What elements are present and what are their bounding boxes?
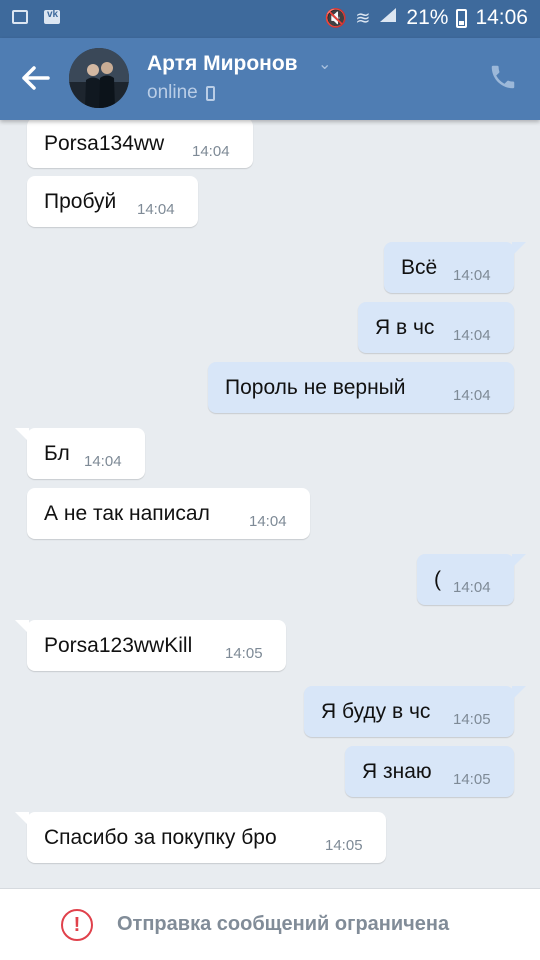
message-text: Пробуй (44, 190, 117, 213)
phone-call-icon[interactable] (488, 62, 518, 92)
message-bubble[interactable]: Я буду в чс 14:05 (304, 686, 526, 737)
message-text: Пороль не верный (225, 376, 406, 399)
message-time: 14:04 (453, 327, 491, 344)
message-time: 14:04 (249, 513, 287, 530)
message-time: 14:04 (137, 201, 175, 218)
message-time: 14:04 (453, 579, 491, 596)
message-bubble[interactable]: Пороль не верный 14:04 (208, 362, 514, 413)
message-time: 14:05 (453, 771, 491, 788)
avatar[interactable] (69, 48, 129, 108)
status-bar: 🔇 ≋ 21% 14:06 (0, 0, 540, 38)
restriction-bar: ! Отправка сообщений ограничена (0, 888, 540, 960)
message-time: 14:04 (453, 387, 491, 404)
message-text: А не так написал (44, 502, 210, 525)
mobile-icon (205, 85, 215, 101)
wifi-icon: ≋ (355, 7, 371, 28)
mute-icon: 🔇 (324, 7, 348, 28)
gallery-icon (12, 10, 28, 24)
battery-icon (456, 8, 468, 28)
message-time: 14:05 (325, 837, 363, 854)
message-text: Бл (44, 442, 70, 465)
message-time: 14:04 (84, 453, 122, 470)
message-text: Я буду в чс (321, 700, 431, 723)
restriction-text: Отправка сообщений ограничена (117, 913, 450, 935)
message-text: Я знаю (362, 760, 432, 783)
message-bubble[interactable]: Всё 14:04 (384, 242, 526, 293)
message-bubble[interactable]: Пробуй 14:04 (27, 176, 198, 227)
message-bubble[interactable]: Бл 14:04 (15, 428, 145, 479)
back-arrow-icon[interactable] (16, 58, 56, 98)
status-time: 14:06 (475, 6, 528, 29)
message-bubble[interactable]: Я в чс 14:04 (358, 302, 514, 353)
signal-icon (378, 6, 398, 30)
message-time: 14:05 (453, 711, 491, 728)
message-list[interactable]: Porsa134ww 14:04 Пробуй 14:04 Всё 14:04 … (0, 120, 540, 888)
message-bubble[interactable]: Я знаю 14:05 (345, 746, 514, 797)
message-text: Я в чс (375, 316, 435, 339)
message-text: Спасибо за покупку бро (44, 826, 277, 849)
message-bubble[interactable]: ( 14:04 (417, 554, 526, 605)
presence-status: online (147, 82, 215, 104)
message-text: Porsa134ww (44, 132, 165, 155)
presence-label: online (147, 82, 198, 103)
message-text: Всё (401, 256, 438, 279)
message-bubble[interactable]: Porsa123wwKill 14:05 (15, 620, 286, 671)
message-time: 14:04 (192, 143, 230, 160)
message-time: 14:04 (453, 267, 491, 284)
message-bubble[interactable]: Porsa134ww 14:04 (27, 120, 253, 168)
battery-percent: 21% (406, 6, 449, 29)
vk-notification-icon (44, 9, 60, 24)
message-time: 14:05 (225, 645, 263, 662)
chevron-down-icon[interactable]: ⌄ (318, 54, 331, 74)
chat-header: Артя Миронов ⌄ online (0, 38, 540, 120)
message-text: Porsa123wwKill (44, 634, 193, 657)
message-bubble[interactable]: Спасибо за покупку бро 14:05 (15, 812, 386, 863)
contact-name[interactable]: Артя Миронов (147, 52, 298, 76)
message-bubble[interactable]: А не так написал 14:04 (27, 488, 310, 539)
warning-icon: ! (61, 909, 93, 941)
message-text: ( (434, 568, 441, 591)
